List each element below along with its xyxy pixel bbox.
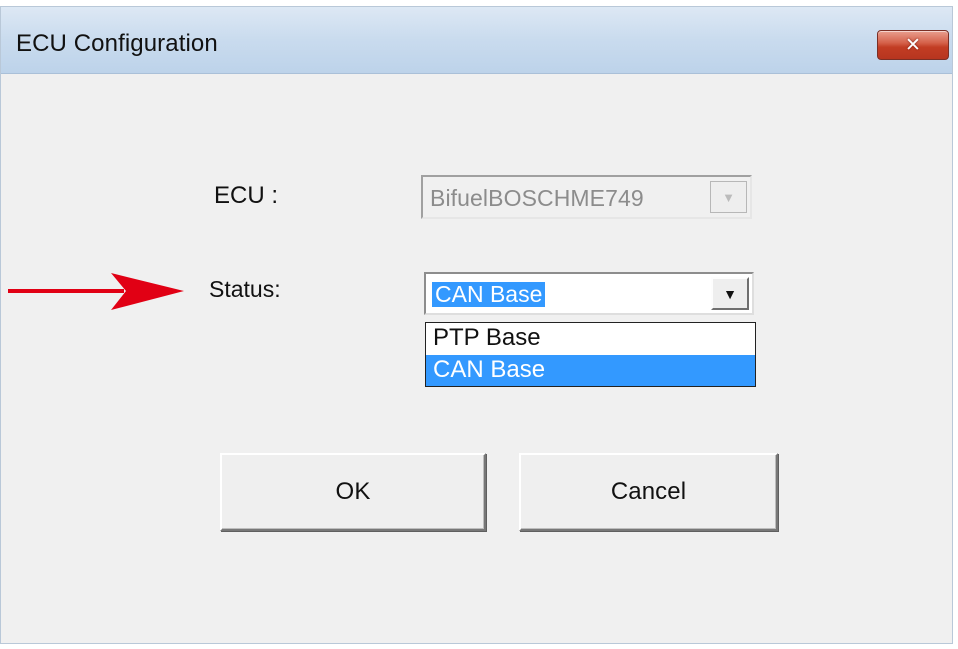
screenshot-page: ECU Configuration ✕ ECU : BifuelBOSCHME7…: [0, 0, 958, 649]
chevron-down-icon: ▼: [710, 181, 747, 213]
cancel-button[interactable]: Cancel: [519, 453, 778, 531]
close-button[interactable]: ✕: [877, 30, 949, 60]
dialog-titlebar[interactable]: ECU Configuration ✕: [1, 7, 952, 74]
red-pointer-arrow-icon: [8, 273, 184, 310]
ok-button[interactable]: OK: [220, 453, 486, 531]
ecu-select-disabled: BifuelBOSCHME749 ▼: [421, 175, 752, 219]
status-select[interactable]: CAN Base ▼: [424, 272, 754, 315]
chevron-down-icon[interactable]: ▼: [711, 277, 749, 310]
dialog-title: ECU Configuration: [16, 30, 218, 57]
ecu-configuration-dialog: ECU Configuration ✕ ECU : BifuelBOSCHME7…: [0, 6, 953, 644]
dialog-content: ECU : BifuelBOSCHME749 ▼ Status: CAN Bas…: [1, 74, 952, 643]
ecu-selected-value: BifuelBOSCHME749: [430, 185, 644, 211]
status-option-ptp-base[interactable]: PTP Base: [426, 323, 755, 354]
ecu-label: ECU :: [214, 182, 279, 209]
status-options-list: PTP Base CAN Base: [425, 322, 756, 387]
status-selected-value: CAN Base: [430, 281, 547, 308]
status-option-can-base[interactable]: CAN Base: [426, 355, 755, 386]
status-label: Status:: [209, 276, 281, 302]
close-icon: ✕: [905, 34, 921, 56]
